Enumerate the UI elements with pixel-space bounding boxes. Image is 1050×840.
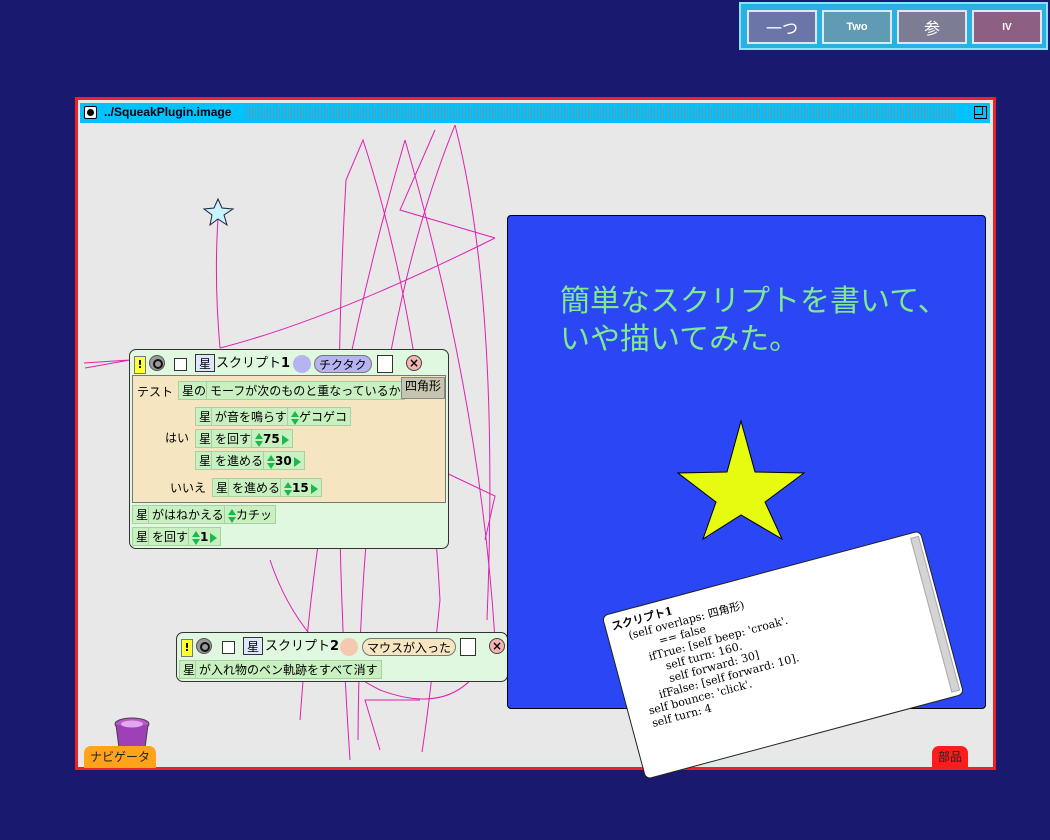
big-star-icon[interactable] [670,415,810,545]
yes-row-1-value[interactable]: ゲコゲコ [287,407,352,426]
script-number: 2 [330,639,340,654]
no-row-value-text: 15 [292,481,309,495]
script-checkbox[interactable] [174,358,187,371]
run-once-button[interactable]: ! [181,639,193,657]
clock-icon [293,355,311,373]
after-row-1-value[interactable]: カチッ [224,505,277,524]
after-row-2-value-text: 1 [200,530,209,544]
script-editor-1[interactable]: ! 星 スクリプト1 チクタク × テスト 星の モーフが次のものと重なっている… [129,349,449,549]
yes-row-2-verb[interactable]: を回す [211,429,256,448]
script-editor-2[interactable]: ! 星 スクリプト2 マウスが入った × 星 が入れ物のペン軌跡をすべて消す [176,632,508,682]
panel-line-2: いや描いてみた。 [560,322,800,357]
run-once-button[interactable]: ! [134,356,146,374]
yes-row-2-value[interactable]: 75 [251,429,293,448]
script-checkbox[interactable] [222,641,235,654]
mouse-icon [340,638,358,656]
navigator-tab[interactable]: ナビゲータ [84,746,157,768]
panel-text: 簡単なスクリプトを書いて、 いや描いてみた。 [560,283,948,359]
test-label: テスト [137,385,174,399]
yes-row-2-value-text: 75 [263,432,280,446]
no-row-value[interactable]: 15 [280,478,322,497]
yes-label: はい [165,431,190,445]
no-row-verb[interactable]: を進める [228,478,285,497]
script-name[interactable]: スクリプト1 [216,356,290,372]
script-name-text: スクリプト [265,639,331,654]
no-label: いいえ [170,481,207,495]
value-arrows-icon[interactable] [284,481,292,496]
row-verb[interactable]: が入れ物のペン軌跡をすべて消す [195,660,382,679]
value-arrows-icon[interactable] [267,454,275,469]
yes-row-1-verb[interactable]: が音を鳴らす [211,407,291,426]
play-icon[interactable] [210,532,218,543]
value-arrows-icon[interactable] [255,432,263,447]
trigger-menu[interactable]: マウスが入った [362,638,457,656]
yes-row-3-value[interactable]: 30 [263,451,305,470]
pen-trail-11 [83,359,131,369]
test-target-tile[interactable]: 四角形 [401,377,446,399]
after-row-2-value[interactable]: 1 [188,527,222,546]
pen-trail-2 [219,237,496,349]
script-name-text: スクリプト [216,356,282,371]
trigger-menu[interactable]: チクタク [314,355,372,373]
yes-row-3-verb[interactable]: を進める [211,451,268,470]
script-close-button[interactable]: × [406,355,422,371]
yes-row-1-value-text: ゲコゲコ [299,410,348,424]
after-row-1-value-text: カチッ [236,508,273,522]
pen-trail-1 [215,217,221,349]
yes-row-3-value-text: 30 [275,454,292,468]
panel-line-1: 簡単なスクリプトを書いて、 [560,284,948,319]
script-close-button[interactable]: × [489,638,505,654]
script-menu-icon[interactable] [377,355,393,373]
value-arrows-icon[interactable] [228,508,236,523]
script-menu-icon[interactable] [460,638,476,656]
value-arrows-icon[interactable] [291,410,299,425]
script-number: 1 [281,356,291,371]
after-row-1-verb[interactable]: がはねかえる [148,505,228,524]
value-arrows-icon[interactable] [192,530,200,545]
after-row-2-verb[interactable]: を回す [148,527,193,546]
small-star-icon [202,197,235,227]
script-name[interactable]: スクリプト2 [265,639,339,655]
test-condition-tile[interactable]: モーフが次のものと重なっているか [206,381,405,400]
player-tile[interactable]: 星 [195,354,216,372]
pen-trail-13 [364,699,420,751]
script-status-button[interactable] [196,638,212,654]
parts-tab[interactable]: 部品 [932,746,969,768]
pen-trail-9 [399,129,496,239]
pen-trail-8 [454,124,491,621]
script-status-button[interactable] [149,355,165,371]
play-icon[interactable] [281,434,289,445]
play-icon[interactable] [293,456,301,467]
player-tile[interactable]: 星 [243,637,264,655]
play-icon[interactable] [310,483,318,494]
